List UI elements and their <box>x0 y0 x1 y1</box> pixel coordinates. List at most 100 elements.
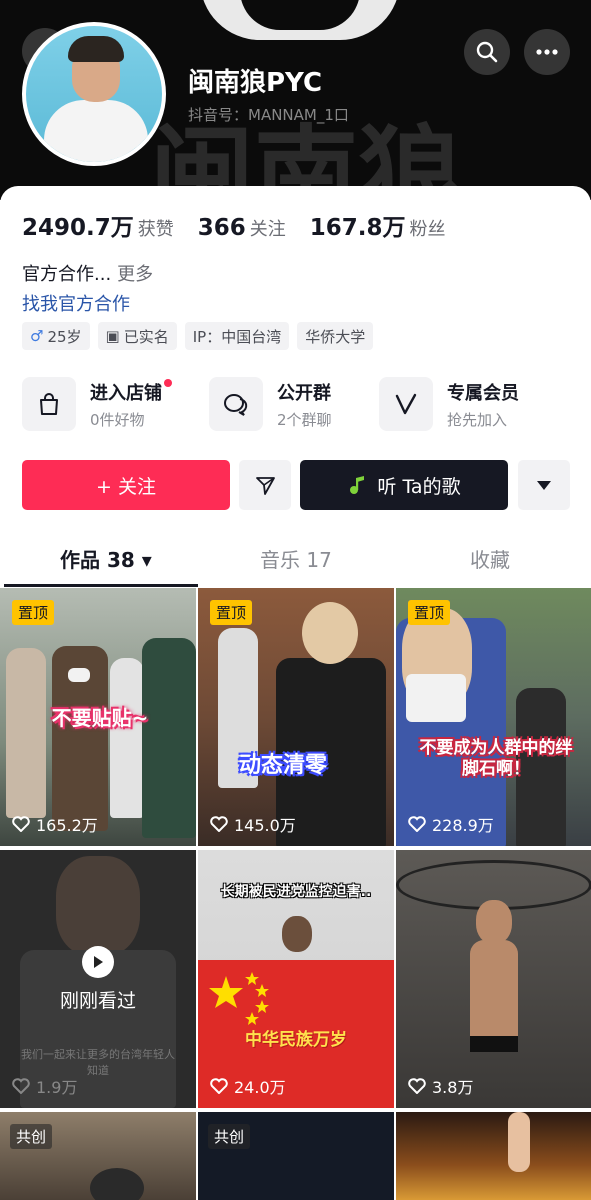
video-thumbnail[interactable]: 置顶 不要贴贴~ 165.2万 <box>0 588 196 846</box>
followers-label[interactable]: 粉丝 <box>410 215 446 241</box>
followers-count[interactable]: 167.8万 <box>310 208 406 242</box>
triangle-down-icon <box>537 481 551 490</box>
more-dots-icon <box>536 49 558 55</box>
thumb-shorts <box>470 1036 518 1052</box>
heart-icon <box>408 1078 426 1094</box>
tab-music[interactable]: 音乐 17 <box>260 544 332 573</box>
tag-ip: IP：中国台湾 <box>184 322 290 350</box>
vip-icon <box>379 377 433 431</box>
listen-music-button[interactable]: 听 Ta的歌 <box>300 460 508 510</box>
video-thumbnail[interactable]: 置顶 不要成为人群中的绊脚石啊！ 228.9万 <box>396 588 591 846</box>
shop-entry[interactable]: 进入店铺 0件好物 <box>22 376 172 432</box>
play-icon <box>82 946 114 978</box>
shopping-bag-icon <box>22 377 76 431</box>
action-buttons: + 关注 听 Ta的歌 <box>22 460 570 510</box>
heart-icon <box>12 816 30 832</box>
like-count: 24.0万 <box>234 1078 286 1097</box>
profile-header: 闽南狼 闽南狼PYC 抖音号：MANNAM_1口 <box>0 0 591 200</box>
video-thumbnail[interactable]: 共创 <box>198 1112 394 1200</box>
video-thumbnail[interactable]: 3.8万 <box>396 850 591 1108</box>
more-actions-button[interactable] <box>518 460 570 510</box>
thumb-hand <box>508 1112 530 1172</box>
avatar[interactable] <box>22 22 166 166</box>
tab-underline <box>4 584 198 587</box>
search-button[interactable] <box>464 29 510 75</box>
membership-entry[interactable]: 专属会员 抢先加入 <box>379 376 519 432</box>
video-caption: 动态清零 <box>238 753 327 778</box>
heart-icon <box>210 816 228 832</box>
avatar-hair <box>68 36 124 62</box>
douyin-id[interactable]: 抖音号：MANNAM_1口 <box>188 104 349 125</box>
tab-works[interactable]: 作品 38 ▾ <box>60 544 152 573</box>
group-chat-entry[interactable]: 公开群 2个群聊 <box>209 376 332 432</box>
pinned-badge: 置顶 <box>12 600 55 625</box>
video-likes: 145.0万 <box>210 812 296 836</box>
video-likes: 1.9万 <box>12 1074 77 1098</box>
like-count: 145.0万 <box>234 816 296 835</box>
tag-ip-text: IP：中国台湾 <box>192 327 282 346</box>
follow-button[interactable]: + 关注 <box>22 460 230 510</box>
notification-dot <box>164 378 172 387</box>
tag-age: ♂ 25岁 <box>22 322 90 350</box>
video-likes: 165.2万 <box>12 812 98 836</box>
pinned-badge: 置顶 <box>408 600 451 625</box>
like-count: 165.2万 <box>36 816 98 835</box>
tag-verified[interactable]: ▣ 已实名 <box>97 322 177 350</box>
thumb-mask <box>406 674 466 722</box>
collab-badge: 共创 <box>10 1124 53 1149</box>
thumb-face <box>56 856 140 956</box>
thumb-person <box>6 648 46 818</box>
collab-badge: 共创 <box>208 1124 251 1149</box>
id-card-icon: ▣ <box>105 327 120 345</box>
share-button[interactable] <box>239 460 291 510</box>
thumb-face <box>282 916 312 952</box>
tab-favorites[interactable]: 收藏 <box>470 544 510 573</box>
video-thumbnail[interactable]: 共创 <box>0 1112 196 1200</box>
like-count: 228.9万 <box>432 816 494 835</box>
video-thumbnail[interactable]: 置顶 动态清零 145.0万 <box>198 588 394 846</box>
video-likes: 24.0万 <box>210 1074 286 1098</box>
following-label[interactable]: 关注 <box>250 215 286 241</box>
tag-age-text: 25岁 <box>47 327 82 346</box>
likes-label: 获赞 <box>137 219 174 240</box>
pinned-badge: 置顶 <box>210 600 253 625</box>
recently-viewed-label: 刚刚看过 <box>59 990 136 1012</box>
more-options-button[interactable] <box>524 29 570 75</box>
video-likes: 228.9万 <box>408 812 494 836</box>
heart-icon <box>210 1078 228 1094</box>
stats-row: 2490.7万 获赞 366 关注 167.8万 粉丝 <box>22 208 470 242</box>
heart-icon <box>408 816 426 832</box>
following-count[interactable]: 366 <box>198 215 246 241</box>
bio-summary: 官方合作... <box>22 264 112 285</box>
membership-sub: 抢先加入 <box>447 410 508 429</box>
avatar-shirt <box>44 100 148 162</box>
profile-tags: ♂ 25岁 ▣ 已实名 IP：中国台湾 华侨大学 <box>22 322 374 350</box>
tag-school-text: 华侨大学 <box>305 327 366 346</box>
video-thumbnail[interactable] <box>396 1112 591 1200</box>
membership-title: 专属会员 <box>447 382 519 404</box>
video-thumbnail[interactable]: 长期被民进党监控迫害.. 中华民族万岁 24.0万 <box>198 850 394 1108</box>
video-thumbnail[interactable]: 刚刚看过 我们一起来让更多的台湾年轻人知道 1.9万 <box>0 850 196 1108</box>
like-count: 1.9万 <box>36 1078 78 1097</box>
like-count: 3.8万 <box>432 1078 474 1097</box>
likes-count: 2490.7万 <box>22 215 134 241</box>
male-icon: ♂ <box>30 327 44 345</box>
thumb-face <box>302 602 358 664</box>
video-top-caption: 长期被民进党监控迫害.. <box>220 884 372 900</box>
shop-title: 进入店铺 <box>90 382 162 404</box>
thumb-mask <box>68 668 90 682</box>
thumb-person <box>90 1168 144 1200</box>
video-caption: 不要成为人群中的绊脚石啊！ <box>419 738 573 780</box>
chat-group-icon <box>209 377 263 431</box>
bio-more-link[interactable]: 更多 <box>117 264 153 285</box>
thumb-person <box>110 658 144 818</box>
thumb-person <box>470 940 518 1050</box>
group-sub: 2个群聊 <box>277 410 332 429</box>
tag-school[interactable]: 华侨大学 <box>297 322 374 350</box>
send-icon <box>256 477 275 495</box>
business-link[interactable]: 找我官方合作 <box>22 290 130 316</box>
content-tabs: 作品 38 ▾ 音乐 17 收藏 <box>0 532 591 587</box>
tag-verified-text: 已实名 <box>123 327 169 346</box>
group-title: 公开群 <box>277 382 331 404</box>
video-likes: 3.8万 <box>408 1074 473 1098</box>
